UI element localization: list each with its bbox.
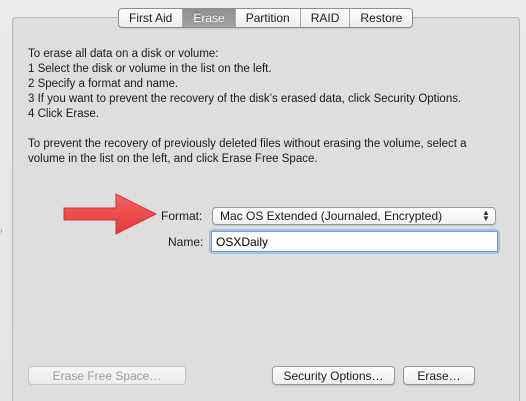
- instructions-step-4: 4 Click Erase.: [28, 108, 99, 120]
- tab-raid[interactable]: RAID: [299, 9, 350, 27]
- tab-restore[interactable]: Restore: [349, 9, 412, 27]
- instructions-intro: To erase all data on a disk or volume:: [28, 48, 219, 60]
- erase-free-space-button[interactable]: Erase Free Space…: [28, 366, 186, 385]
- tab-bar: First Aid Erase Partition RAID Restore: [118, 8, 414, 28]
- red-arrow-icon: [63, 193, 158, 235]
- security-options-button[interactable]: Security Options…: [272, 366, 395, 385]
- left-edge-mark: ›: [0, 226, 3, 235]
- instructions-free-space: To prevent the recovery of previously de…: [28, 138, 467, 165]
- erase-instructions: To erase all data on a disk or volume: 1…: [28, 47, 508, 167]
- instructions-step-2: 2 Specify a format and name.: [28, 78, 179, 90]
- instructions-step-3: 3 If you want to prevent the recovery of…: [28, 93, 462, 105]
- name-input[interactable]: [211, 231, 498, 252]
- tab-first-aid[interactable]: First Aid: [119, 9, 182, 27]
- format-label: Format:: [161, 209, 203, 223]
- format-popup[interactable]: Mac OS Extended (Journaled, Encrypted) ▲…: [212, 207, 496, 225]
- instructions-step-1: 1 Select the disk or volume in the list …: [28, 63, 272, 75]
- name-label: Name:: [168, 235, 204, 249]
- tab-erase[interactable]: Erase: [182, 9, 235, 27]
- tab-partition[interactable]: Partition: [234, 9, 300, 27]
- updown-chevron-icon: ▲ ▼: [482, 208, 490, 223]
- erase-button[interactable]: Erase…: [403, 366, 475, 385]
- format-popup-value: Mac OS Extended (Journaled, Encrypted): [220, 209, 443, 223]
